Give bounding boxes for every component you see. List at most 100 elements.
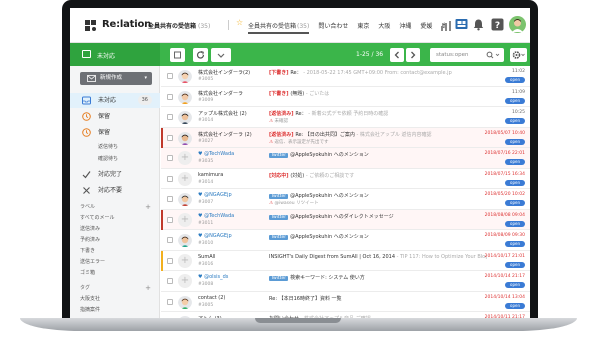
sidebar-item-closed[interactable]: 対応完了 (70, 167, 160, 182)
tab-shared-inbox[interactable]: 全員共有の受信箱(35) (248, 21, 310, 34)
status-badge[interactable]: open (505, 261, 525, 268)
assignee-avatar[interactable] (178, 90, 192, 104)
sidebar-group-tag[interactable]: タグ + (70, 283, 160, 294)
message-row[interactable]: + ♥ @olsis_ds #3008 Twitter 検索キーワード: システム 使い… (161, 271, 530, 292)
row-checkbox[interactable] (167, 155, 173, 161)
sidebar-item-hold[interactable]: 保留 (70, 109, 160, 124)
sidebar-item-not-needed[interactable]: 対応不要 (70, 183, 160, 198)
divider (228, 20, 229, 30)
star-icon[interactable]: ☆ (236, 18, 243, 27)
ticket-id: #3009 (198, 97, 214, 103)
received-date: 2018/08/08 09:04 (484, 212, 525, 218)
next-page-button[interactable] (406, 48, 420, 62)
assignee-avatar[interactable] (178, 110, 192, 124)
status-badge[interactable]: open (505, 179, 525, 186)
search-icon[interactable] (486, 51, 500, 59)
sidebar-item-sent[interactable]: 送信済み (70, 224, 160, 235)
assign-avatar-icon[interactable]: + (178, 253, 192, 268)
message-row[interactable]: + ♥ @TechWada #3035 Twitter @AppleSyokuhin へ… (161, 148, 530, 169)
sidebar-item-send-error[interactable]: 送信エラー (70, 257, 160, 268)
row-checkbox[interactable] (167, 278, 173, 284)
row-checkbox[interactable] (167, 298, 173, 305)
avatar[interactable] (509, 16, 526, 33)
row-checkbox[interactable] (167, 175, 173, 182)
search-input[interactable]: status:open (430, 48, 504, 62)
settings-button[interactable] (510, 48, 527, 62)
sidebar-sub-waiting-check[interactable]: 確認待ち (70, 154, 160, 165)
refresh-button[interactable] (193, 48, 208, 62)
status-badge[interactable]: open (505, 282, 525, 288)
sidebar-tag-issue[interactable]: 指摘案件 (70, 305, 160, 316)
status-badge[interactable]: open (505, 118, 525, 124)
sidebar-item-hold-2[interactable]: 保留 (70, 125, 160, 140)
status-badge[interactable]: open (505, 241, 525, 247)
row-checkbox[interactable] (167, 73, 173, 79)
assign-avatar-icon[interactable]: + (178, 274, 192, 288)
select-all-checkbox[interactable] (170, 48, 185, 62)
row-checkbox[interactable] (167, 257, 173, 264)
sidebar-item-drafts[interactable]: 下書き (70, 246, 160, 257)
assign-avatar-icon[interactable]: + (178, 151, 192, 165)
app-logo[interactable]: Re:lation (102, 19, 151, 30)
bell-icon[interactable] (472, 18, 485, 31)
assignee-avatar[interactable] (178, 233, 192, 247)
add-icon[interactable]: + (145, 283, 151, 294)
tab-osaka[interactable]: 大阪 (378, 21, 390, 34)
status-badge[interactable]: open (505, 138, 525, 145)
message-row[interactable]: contact (2) #3005 Re: 【本日16時終了】資料 一覧 2014/… (161, 292, 530, 312)
subject: Twitter 検索キーワード: システム 使い方 (269, 275, 365, 281)
message-row[interactable]: ♥ @NGAGEjp #3010 Twitter @AppleSyokuhin へのメ… (161, 230, 530, 251)
chevron-down-icon[interactable]: ▾ (144, 72, 147, 85)
sidebar-item-all-mail[interactable]: すべてのメール (70, 213, 160, 224)
message-row[interactable]: + kamimura #3014 [対応中] (対処) - ご依頼のご相談です 2018… (161, 169, 530, 189)
assignee-avatar[interactable] (178, 315, 192, 318)
compose-button[interactable]: 新規作成 ▾ (80, 72, 152, 85)
status-badge[interactable]: open (505, 77, 525, 83)
assignee-avatar[interactable] (178, 295, 192, 309)
tab-ehime[interactable]: 愛媛 (420, 21, 432, 34)
sidebar-item-scheduled[interactable]: 予約済み (70, 235, 160, 246)
row-checkbox[interactable] (167, 216, 173, 223)
inbox-title[interactable]: 全員共有の受信箱 (35) (148, 21, 210, 30)
tab-okinawa[interactable]: 沖縄 (399, 21, 411, 34)
status-badge[interactable]: open (505, 97, 525, 104)
row-checkbox[interactable] (167, 114, 173, 120)
row-checkbox[interactable] (167, 196, 173, 202)
row-checkbox[interactable] (167, 134, 173, 141)
message-row[interactable]: 株式会社インダーラ(2) #3005 [下書き] Re： - 2018-05-22 … (161, 66, 530, 87)
status-badge[interactable]: open (505, 302, 525, 309)
chart-icon[interactable] (440, 19, 453, 32)
tab-inquiry[interactable]: 問い合わせ (318, 21, 348, 34)
sidebar-item-trash[interactable]: ゴミ箱 (70, 268, 160, 279)
message-row[interactable]: 株式会社インダーラ (2) #3027 [返信済み] Re: 【日の出共同】ご案内 … (161, 127, 530, 148)
widget-icon[interactable] (455, 18, 468, 31)
status-badge[interactable]: open (505, 220, 525, 227)
prev-page-button[interactable] (390, 48, 404, 62)
gear-icon (512, 51, 525, 59)
message-row[interactable]: 株式会社インダーラ #3009 [下書き] (無題) - ごいたは 11:09 open (161, 87, 530, 107)
assign-avatar-icon[interactable]: + (178, 171, 192, 186)
tab-tokyo[interactable]: 東京 (357, 21, 369, 34)
assignee-avatar[interactable] (178, 192, 192, 206)
row-checkbox[interactable] (167, 93, 173, 100)
assign-avatar-icon[interactable]: + (178, 212, 192, 227)
row-checkbox[interactable] (167, 237, 173, 243)
assignee-avatar[interactable] (178, 131, 192, 145)
received-date: 2014/10/14 21:17 (484, 274, 525, 279)
message-row[interactable]: アトム (3)#3043お問い合わせ - 株式会社アップル商品 ご確認⚠ 返信済… (161, 312, 530, 318)
sidebar-item-open[interactable]: 未対応 36 (70, 93, 160, 108)
message-row[interactable]: + SumAll #3016 INSIGHT's Daily Digest from … (161, 250, 530, 271)
message-row[interactable]: ♥ @NGAGEjp #3007 Twitter @AppleSyokuhin へのメ… (161, 189, 530, 210)
sidebar-sub-waiting-reply[interactable]: 返信待ち (70, 142, 160, 153)
sidebar-group-label[interactable]: ラベル + (70, 202, 160, 213)
message-row[interactable]: + ♥ @TechWada #3011 Twitter @AppleSyokuhin へ… (161, 209, 530, 230)
assignee-avatar[interactable] (178, 69, 192, 83)
more-actions-button[interactable] (211, 48, 231, 62)
status-filter[interactable]: 未対応 (70, 43, 160, 66)
status-badge[interactable]: open (505, 159, 525, 165)
help-icon[interactable]: ? (491, 18, 504, 31)
message-row[interactable]: アップル株式会社 (2) #3014 [返信済み] Re： - 新着公式デモ依頼 予… (161, 107, 530, 128)
sidebar-tag-osaka[interactable]: 大阪支社 (70, 294, 160, 305)
status-badge[interactable]: open (505, 200, 525, 206)
add-icon[interactable]: + (145, 202, 151, 213)
